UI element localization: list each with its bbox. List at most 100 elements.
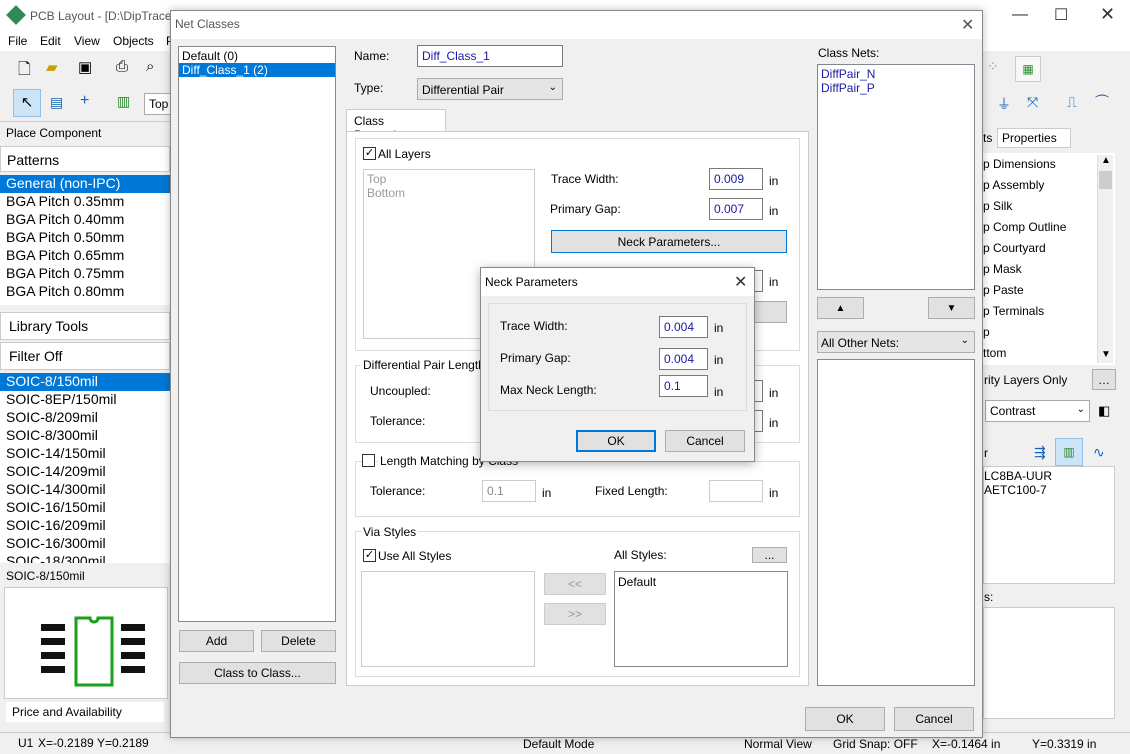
tab-layers[interactable]: ts (983, 131, 992, 145)
move-down-button[interactable]: ▼ (928, 297, 975, 319)
class-net-item[interactable]: DiffPair_N (818, 65, 974, 81)
layer-item[interactable]: p Assembly (983, 174, 1115, 195)
price-availability-button[interactable]: Price and Availability (6, 702, 164, 722)
component-icon[interactable]: ▥ (117, 93, 130, 110)
layer-combo[interactable]: Top (144, 93, 172, 115)
tab-class-properties[interactable]: Class Properties (346, 109, 446, 142)
close-icon[interactable]: ✕ (961, 15, 974, 35)
pattern-item[interactable]: SOIC-14/150mil (0, 445, 170, 463)
library-group-item[interactable]: BGA Pitch 0.65mm (0, 247, 170, 265)
pattern-item[interactable]: SOIC-18/300mil (0, 553, 170, 563)
component-view-icon[interactable]: ▥ (1055, 438, 1083, 466)
trace-width-input[interactable]: 0.009 (709, 168, 763, 190)
move-right-button[interactable]: >> (544, 603, 606, 625)
library-group-item[interactable]: BGA Pitch 0.80mm (0, 283, 170, 301)
right-scrollbar[interactable]: ▲ ▼ (1097, 155, 1113, 363)
neck-trace-width-input[interactable]: 0.004 (659, 316, 708, 338)
pattern-item[interactable]: SOIC-8/209mil (0, 409, 170, 427)
new-file-icon[interactable]: 🗋 (18, 58, 31, 85)
net-classes-cancel-button[interactable]: Cancel (894, 707, 974, 731)
report-icon[interactable]: ▦ (1015, 56, 1041, 82)
tab-properties[interactable]: Properties (997, 128, 1071, 148)
layer-item[interactable]: p Silk (983, 195, 1115, 216)
pattern-item[interactable]: SOIC-14/300mil (0, 481, 170, 499)
menu-edit[interactable]: Edit (40, 34, 61, 48)
open-folder-icon[interactable]: ▰ (46, 58, 58, 76)
library-group-item[interactable]: BGA Pitch 0.75mm (0, 265, 170, 283)
close-icon[interactable]: ✕ (734, 272, 747, 292)
move-left-button[interactable]: << (544, 573, 606, 595)
layer-item[interactable]: p (983, 321, 1115, 342)
add-point-icon[interactable]: + (80, 92, 89, 110)
save-icon[interactable]: ▣ (78, 58, 92, 76)
class-net-item[interactable]: DiffPair_P (818, 81, 974, 95)
class-name-input[interactable]: Diff_Class_1 (417, 45, 563, 67)
minimize-icon[interactable]: — (1012, 6, 1028, 24)
move-up-button[interactable]: ▲ (817, 297, 864, 319)
part-item[interactable]: LC8BA-UUR (984, 467, 1114, 483)
fixed-length-input[interactable] (709, 480, 763, 502)
layer-item[interactable]: Top (364, 170, 534, 186)
library-group-item[interactable]: BGA Pitch 0.35mm (0, 193, 170, 211)
print-icon[interactable]: ⎙ (116, 58, 128, 75)
patterns-header[interactable]: Patterns (0, 146, 170, 172)
net-classes-ok-button[interactable]: OK (805, 707, 885, 731)
right-notes-box[interactable] (983, 607, 1115, 719)
type-select[interactable]: Differential Pair ⌄ (417, 78, 563, 100)
lm-tolerance-input[interactable]: 0.1 (482, 480, 536, 502)
pattern-item[interactable]: SOIC-14/209mil (0, 463, 170, 481)
pattern-item[interactable]: SOIC-16/300mil (0, 535, 170, 553)
library-tools-button[interactable]: Library Tools (0, 312, 170, 340)
layer-item[interactable]: p Dimensions (983, 153, 1115, 174)
layer-item[interactable]: Bottom (364, 186, 534, 200)
layer-item[interactable]: ttom (983, 342, 1115, 363)
primary-gap-input[interactable]: 0.007 (709, 198, 763, 220)
pattern-item[interactable]: SOIC-8/150mil (0, 373, 170, 391)
filter-button[interactable]: Filter Off (0, 342, 170, 370)
layers-overlap-icon[interactable]: ◧ (1098, 403, 1110, 419)
pulse-icon[interactable]: ⎍ (1067, 94, 1077, 111)
delete-class-button[interactable]: Delete (261, 630, 336, 652)
scroll-down-icon[interactable]: ▼ (1101, 349, 1111, 360)
pattern-item[interactable]: SOIC-16/150mil (0, 499, 170, 517)
maximize-icon[interactable]: ☐ (1054, 5, 1068, 25)
scroll-up-icon[interactable]: ▲ (1101, 155, 1111, 166)
pattern-item[interactable]: SOIC-8/300mil (0, 427, 170, 445)
use-all-styles-checkbox[interactable]: ✓ (363, 549, 376, 562)
add-class-button[interactable]: Add (179, 630, 254, 652)
cross-icon[interactable]: ⤧ (1027, 94, 1038, 111)
drc-icon[interactable]: ⁘ (987, 58, 999, 75)
library-group-item[interactable]: General (non-IPC) (0, 175, 170, 193)
length-matching-checkbox[interactable] (362, 454, 375, 467)
library-group-item[interactable]: BGA Pitch 0.40mm (0, 211, 170, 229)
net-view-icon[interactable]: ∿ (1093, 444, 1105, 461)
class-item[interactable]: Default (0) (179, 49, 335, 63)
pattern-item[interactable]: SOIC-16/209mil (0, 517, 170, 535)
class-to-class-button[interactable]: Class to Class... (179, 662, 336, 684)
neck-ok-button[interactable]: OK (576, 430, 656, 452)
pattern-item[interactable]: SOIC-8EP/150mil (0, 391, 170, 409)
layer-item[interactable]: p Mask (983, 258, 1115, 279)
menu-objects[interactable]: Objects (113, 34, 154, 48)
list-components-icon[interactable]: ⇶ (1034, 444, 1046, 461)
max-neck-length-input[interactable]: 0.1 (659, 375, 708, 397)
pan-tool-icon[interactable]: ▤ (50, 94, 63, 111)
neck-parameters-button[interactable]: Neck Parameters... (551, 230, 787, 253)
parity-options-button[interactable]: … (1092, 369, 1116, 390)
part-item[interactable]: AETC100-7 (984, 481, 1114, 497)
print-preview-icon[interactable]: ⌕ (146, 58, 154, 75)
contrast-combo[interactable]: Contrast ⌄ (985, 400, 1090, 422)
scroll-thumb[interactable] (1099, 171, 1112, 189)
select-tool-icon[interactable]: ↖ (13, 89, 41, 117)
all-layers-checkbox[interactable]: ✓ (363, 147, 376, 160)
all-styles-options-button[interactable]: ... (752, 547, 787, 563)
close-icon[interactable]: ✕ (1100, 4, 1115, 25)
style-item[interactable]: Default (615, 572, 787, 592)
layer-item[interactable]: p Terminals (983, 300, 1115, 321)
other-nets-select[interactable]: All Other Nets: ⌄ (817, 331, 975, 353)
menu-file[interactable]: File (8, 34, 27, 48)
layer-item[interactable]: p Comp Outline (983, 216, 1115, 237)
neck-primary-gap-input[interactable]: 0.004 (659, 348, 708, 370)
class-item[interactable]: Diff_Class_1 (2) (179, 63, 335, 77)
menu-view[interactable]: View (74, 34, 100, 48)
